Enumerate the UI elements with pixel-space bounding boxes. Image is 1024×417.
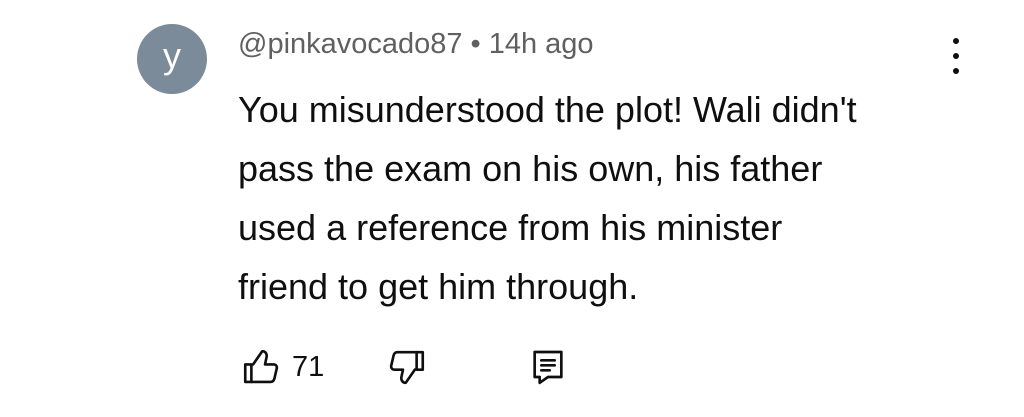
like-count: 71 [292,350,325,383]
comment-text-line: friend to get him through. [238,266,639,307]
reply-comment-icon [533,350,563,385]
comment-meta: @pinkavocado87 • 14h ago [238,28,594,61]
comment-text-line: pass the exam on his own, his father [238,148,823,189]
reply-button[interactable] [528,346,568,388]
comment-text-line: used a reference from his minister [238,207,783,248]
username[interactable]: @pinkavocado87 [238,28,463,60]
avatar[interactable]: y [137,24,207,94]
dislike-button[interactable] [386,346,428,388]
thumb-down-icon [390,350,425,385]
comment-actions: 71 [240,345,568,389]
more-vert-icon[interactable] [942,38,970,74]
avatar-letter: y [163,35,181,76]
thumb-up-icon [243,349,279,384]
meta-separator: • [470,28,481,60]
timestamp[interactable]: 14h ago [489,28,594,60]
like-button[interactable]: 71 [240,346,324,388]
comment-text-line: You misunderstood the plot! Wali didn't [238,89,857,130]
comment-text: You misunderstood the plot! Wali didn't … [238,80,938,316]
comment-card: y @pinkavocado87 • 14h ago You misundersto… [0,0,1024,417]
